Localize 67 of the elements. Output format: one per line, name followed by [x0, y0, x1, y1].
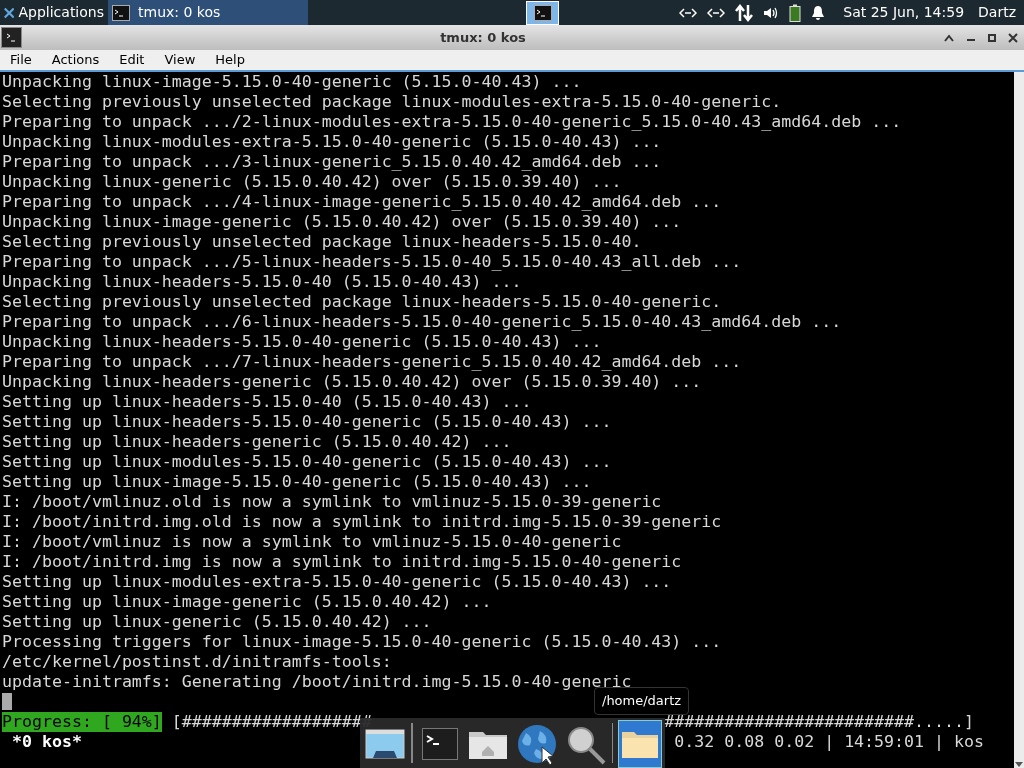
volume-icon[interactable]: [763, 5, 780, 20]
globe-icon: [515, 723, 558, 765]
tooltip: /home/dartz: [594, 687, 690, 715]
terminal-line: Setting up linux-headers-5.15.0-40 (5.15.0-40.43) ...: [2, 392, 533, 412]
network-icon[interactable]: [707, 6, 726, 19]
terminal-line: Processing triggers for linux-image-5.15.0-40-generic (5.15.0-40.43) ...: [2, 632, 723, 652]
terminal-icon: [112, 4, 130, 21]
transfer-arrows-icon[interactable]: [735, 3, 754, 22]
applications-menu[interactable]: Applications: [18, 2, 104, 23]
terminal-line: Unpacking linux-headers-generic (5.15.0.40.42) over (5.15.0.39.40) ...: [2, 372, 703, 392]
terminal-line: Setting up linux-generic (5.15.0.40.42) ...: [2, 612, 433, 632]
terminal-icon: [421, 728, 458, 760]
battery-icon[interactable]: [789, 3, 802, 22]
workspace-switcher[interactable]: [526, 0, 560, 25]
menu-item[interactable]: View: [164, 50, 196, 70]
terminal-line: Unpacking linux-image-5.15.0-40-generic (5.15.0-40.43) ...: [2, 72, 583, 92]
terminal-line: Unpacking linux-headers-5.15.0-40 (5.15.0-40.43) ...: [2, 272, 523, 292]
scrollbar[interactable]: [1014, 72, 1024, 768]
terminal-line: Setting up linux-modules-extra-5.15.0-40-generic (5.15.0-40.43) ...: [2, 572, 673, 592]
terminal-line: Unpacking linux-image-generic (5.15.0.40.42) over (5.15.0.39.40) ...: [2, 212, 683, 232]
terminal-line: I: /boot/vmlinuz.old is now a symlink to vmlinuz-5.15.0-39-generic: [2, 492, 663, 512]
terminal-line: Unpacking linux-modules-extra-5.15.0-40-generic (5.15.0-40.43) ...: [2, 132, 663, 152]
terminal-line: Preparing to unpack .../4-linux-image-generic_5.15.0.40.42_amd64.deb ...: [2, 192, 723, 212]
terminal-line: Unpacking linux-generic (5.15.0.40.42) over (5.15.0.39.40) ...: [2, 172, 623, 192]
terminal-line: Unpacking linux-headers-5.15.0-40-generic (5.15.0-40.43) ...: [2, 332, 603, 352]
xfce-logo-icon[interactable]: [4, 5, 15, 20]
terminal-line: Setting up linux-image-5.15.0-40-generic (5.15.0-40.43) ...: [2, 472, 593, 492]
shade-icon[interactable]: [944, 33, 954, 42]
tmux-window-label: *0 kos*: [12, 732, 82, 752]
terminal-line: Setting up linux-headers-generic (5.15.0.40.42) ...: [2, 432, 513, 452]
terminal-line: I: /boot/initrd.img is now a symlink to initrd.img-5.15.0-40-generic: [2, 552, 683, 572]
terminal-icon: [533, 4, 552, 21]
progress-bar-text: #########################.....]: [664, 712, 974, 732]
terminal-icon: [5, 32, 18, 43]
terminal-line: Setting up linux-modules-5.15.0-40-generic (5.15.0-40.43) ...: [2, 452, 613, 472]
terminal-line: Selecting previously unselected package linux-headers-5.15.0-40.: [2, 232, 643, 252]
terminal-line: Preparing to unpack .../2-linux-modules-extra-5.15.0-40-generic_5.15.0-40.43_amd64.deb ...: [2, 112, 903, 132]
terminal-line: Selecting previously unselected package linux-headers-5.15.0-40-generic.: [2, 292, 723, 312]
maximize-icon[interactable]: [988, 33, 996, 42]
terminal-line: Preparing to unpack .../6-linux-headers-5.15.0-40-generic_5.15.0-40.43_amd64.deb ...: [2, 312, 843, 332]
terminal-line: I: /boot/initrd.img.old is now a symlink to initrd.img-5.15.0-39-generic: [2, 512, 723, 532]
terminal-line: Setting up linux-image-generic (5.15.0.40.42) ...: [2, 592, 493, 612]
notification-bell-icon[interactable]: [811, 4, 826, 21]
user-menu[interactable]: Dartz: [978, 2, 1016, 23]
progress-bar-text: [###################: [171, 712, 372, 732]
terminal-line: Preparing to unpack .../7-linux-headers-generic_5.15.0.40.42_amd64.deb ...: [2, 352, 743, 372]
text-cursor: [2, 693, 12, 710]
window-title: tmux: 0 kos: [440, 28, 526, 47]
terminal-line: Preparing to unpack .../5-linux-headers-5.15.0-40_5.15.0-40.43_all.deb ...: [2, 252, 743, 272]
menu-item[interactable]: Actions: [51, 50, 100, 70]
progress-label: Progress: [ 94%]: [2, 712, 162, 732]
menu-item[interactable]: Help: [215, 50, 245, 70]
scroll-down-icon: [1015, 762, 1023, 768]
taskbar-button[interactable]: tmux: 0 kos: [108, 0, 308, 25]
close-icon[interactable]: [1008, 32, 1018, 43]
terminal-line: /etc/kernel/postinst.d/initramfs-tools:: [2, 652, 393, 672]
terminal-line: Selecting previously unselected package linux-modules-extra-5.15.0-40-generic.: [2, 92, 783, 112]
tmux-status-text: 0.32 0.08 0.02 | 14:59:01 | kos: [674, 732, 984, 752]
folder-icon: [620, 729, 661, 759]
menu-item[interactable]: Edit: [119, 50, 145, 70]
desktop-icon: [364, 729, 405, 759]
terminal-line: Setting up linux-headers-5.15.0-40-generic (5.15.0-40.43) ...: [2, 412, 613, 432]
network-icon[interactable]: [679, 6, 698, 19]
terminal-line: I: /boot/vmlinuz is now a symlink to vmlinuz-5.15.0-40-generic: [2, 532, 623, 552]
clock[interactable]: Sat 25 Jun, 14:59: [843, 2, 965, 23]
menu-item[interactable]: File: [10, 50, 32, 70]
terminal-line: Preparing to unpack .../3-linux-generic_5.15.0.40.42_amd64.deb ...: [2, 152, 663, 172]
